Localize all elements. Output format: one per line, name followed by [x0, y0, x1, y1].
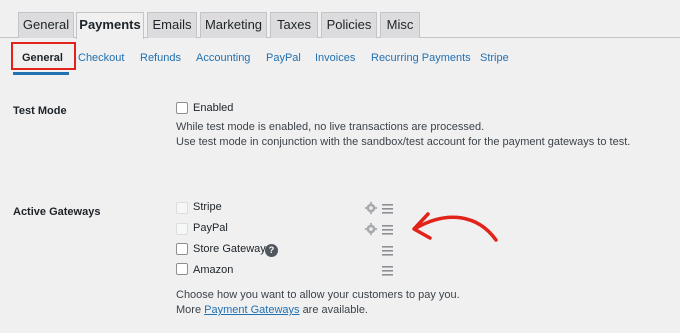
stripe-label: Stripe	[193, 201, 222, 213]
amazon-checkbox[interactable]	[176, 263, 188, 275]
settings-tabs: General Payments Emails Marketing Taxes …	[0, 0, 680, 39]
payment-gateways-link[interactable]: Payment Gateways	[204, 304, 299, 316]
tab-policies[interactable]: Policies	[321, 12, 377, 38]
active-subtab-highlight-box	[11, 42, 76, 70]
gear-icon[interactable]	[364, 201, 378, 215]
more-prefix: More	[176, 304, 202, 316]
paypal-label: PayPal	[193, 222, 228, 234]
store-gateway-label: Store Gateway	[193, 243, 266, 255]
test-mode-description-2: Use test mode in conjunction with the sa…	[176, 136, 631, 148]
annotation-arrow-icon	[412, 212, 498, 242]
gateways-more-line: More Payment Gateways are available.	[176, 302, 368, 318]
subtab-checkout[interactable]: Checkout	[78, 52, 124, 64]
tab-misc[interactable]: Misc	[380, 12, 420, 38]
drag-handle-icon[interactable]	[382, 204, 393, 214]
help-icon[interactable]: ?	[265, 244, 278, 257]
tab-marketing[interactable]: Marketing	[200, 12, 267, 38]
subtab-accounting[interactable]: Accounting	[196, 52, 250, 64]
subtab-paypal[interactable]: PayPal	[266, 52, 301, 64]
subtab-refunds[interactable]: Refunds	[140, 52, 181, 64]
subtab-invoices[interactable]: Invoices	[315, 52, 355, 64]
test-mode-checkbox[interactable]	[176, 102, 188, 114]
active-subtab-underline	[13, 72, 69, 75]
drag-handle-icon[interactable]	[382, 266, 393, 276]
tab-taxes[interactable]: Taxes	[270, 12, 318, 38]
more-suffix: are available.	[302, 304, 368, 316]
store-gateway-checkbox[interactable]	[176, 243, 188, 255]
tab-emails[interactable]: Emails	[147, 12, 197, 38]
amazon-label: Amazon	[193, 264, 234, 276]
paypal-checkbox[interactable]	[176, 223, 188, 235]
stripe-checkbox[interactable]	[176, 202, 188, 214]
gear-icon[interactable]	[364, 222, 378, 236]
gateways-description: Choose how you want to allow your custom…	[176, 289, 460, 301]
drag-handle-icon[interactable]	[382, 246, 393, 256]
test-mode-enabled-label: Enabled	[193, 102, 234, 114]
test-mode-label: Test Mode	[13, 105, 67, 117]
subtab-stripe[interactable]: Stripe	[480, 52, 509, 64]
tab-payments[interactable]: Payments	[76, 12, 144, 39]
active-gateways-label: Active Gateways	[13, 206, 101, 218]
drag-handle-icon[interactable]	[382, 225, 393, 235]
test-mode-description-1: While test mode is enabled, no live tran…	[176, 121, 485, 133]
subtab-recurring-payments[interactable]: Recurring Payments	[371, 52, 471, 64]
tab-general[interactable]: General	[18, 12, 74, 38]
payments-subtabs: General Checkout Refunds Accounting PayP…	[0, 40, 680, 76]
